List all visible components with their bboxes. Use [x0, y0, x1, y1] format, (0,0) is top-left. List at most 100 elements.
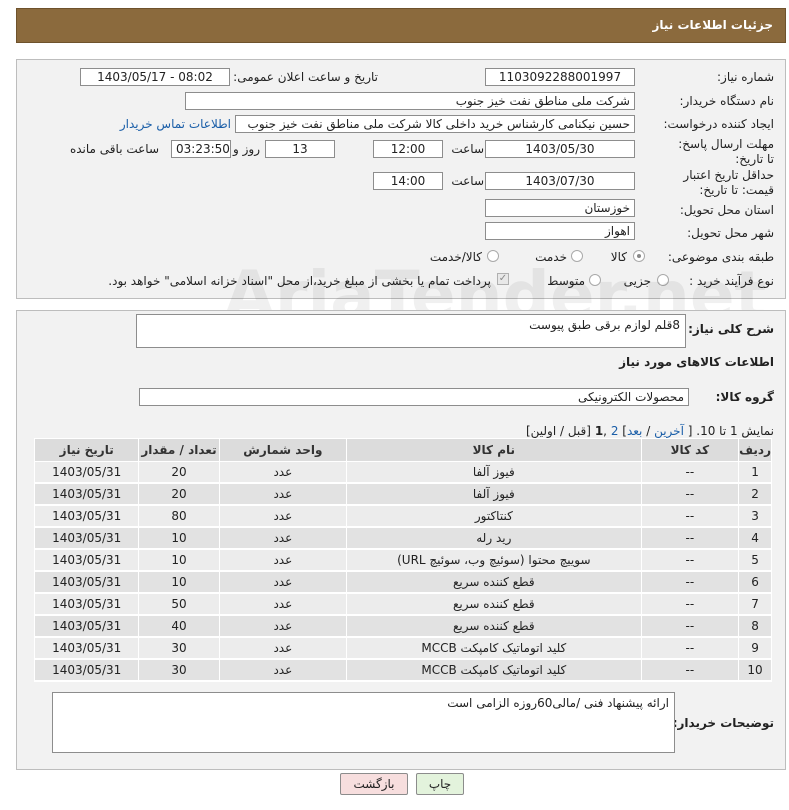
process-medium-radio[interactable]	[589, 274, 601, 286]
category-service-label: خدمت	[535, 250, 567, 264]
back-button[interactable]: بازگشت	[340, 773, 408, 795]
cell-qty: 10	[138, 526, 220, 550]
cell-qty: 20	[138, 482, 220, 506]
cell-row: 4	[738, 526, 772, 550]
pager-last-link[interactable]: آخرین	[654, 424, 684, 438]
cell-unit: عدد	[218, 461, 348, 484]
remaining-time-field[interactable]: 03:23:50	[171, 140, 231, 158]
cell-qty: 30	[138, 636, 220, 660]
category-service-radio[interactable]	[571, 250, 583, 262]
announce-datetime-field[interactable]: 1403/05/17 - 08:02	[80, 68, 230, 86]
pager-next-link[interactable]: بعد	[627, 424, 642, 438]
creator-label: ایجاد کننده درخواست:	[663, 117, 774, 131]
buyer-notes-label: توضیحات خریدار:	[672, 716, 774, 730]
days-label: روز و	[233, 142, 260, 156]
table-row: 7 -- قطع کننده سریع عدد 50 1403/05/31	[33, 592, 772, 616]
buyer-notes-textarea[interactable]: ارائه پیشنهاد فنی /مالی60روزه الزامی است	[52, 692, 675, 753]
cell-name: رید رله	[346, 526, 642, 550]
goods-section-title: اطلاعات کالاهای مورد نیاز	[619, 355, 774, 369]
col-unit: واحد شمارش	[218, 438, 348, 462]
category-goods-radio[interactable]	[633, 250, 645, 262]
col-name: نام کالا	[346, 438, 642, 462]
col-code: کد کالا	[640, 438, 740, 462]
need-number-label: شماره نیاز:	[717, 70, 774, 84]
cell-date: 1403/05/31	[33, 526, 140, 550]
cell-date: 1403/05/31	[33, 592, 140, 616]
cell-code: --	[640, 504, 740, 528]
validity-time-field[interactable]: 14:00	[373, 172, 443, 190]
cell-name: قطع کننده سریع	[346, 570, 642, 594]
col-date: تاریخ نیاز	[33, 438, 140, 462]
cell-code: --	[640, 614, 740, 638]
cell-unit: عدد	[218, 614, 348, 638]
pager: نمایش 1 تا 10. [ آخرین / بعد] 2 ,1 [قبل …	[525, 424, 774, 438]
description-textarea[interactable]: 8قلم لوازم برقی طبق پیوست	[136, 314, 686, 348]
cell-code: --	[640, 658, 740, 682]
cell-name: قطع کننده سریع	[346, 614, 642, 638]
deadline-time-field[interactable]: 12:00	[373, 140, 443, 158]
cell-row: 5	[738, 548, 772, 572]
cell-unit: عدد	[218, 504, 348, 528]
col-row: ردیف	[738, 438, 772, 462]
table-row: 4 -- رید رله عدد 10 1403/05/31	[33, 526, 772, 550]
cell-row: 9	[738, 636, 772, 660]
category-both-label: کالا/خدمت	[429, 250, 482, 264]
cell-date: 1403/05/31	[33, 614, 140, 638]
creator-field[interactable]: حسین نیکنامی کارشناس خرید داخلی کالا شرک…	[235, 115, 635, 133]
announce-label: تاریخ و ساعت اعلان عمومی:	[233, 70, 378, 84]
province-field[interactable]: خوزستان	[485, 199, 635, 217]
cell-row: 8	[738, 614, 772, 638]
payment-note: پرداخت تمام یا بخشی از مبلغ خرید،از محل …	[108, 274, 491, 288]
goods-group-field[interactable]: محصولات الکترونیکی	[139, 388, 689, 406]
buyer-org-field[interactable]: شرکت ملی مناطق نفت خیز جنوب	[185, 92, 635, 110]
cell-row: 3	[738, 504, 772, 528]
cell-name: فیوز آلفا	[346, 461, 642, 484]
city-field[interactable]: اهواز	[485, 222, 635, 240]
description-label: شرح کلی نیاز:	[688, 322, 774, 336]
page-header: جزئیات اطلاعات نیاز	[16, 8, 786, 43]
cell-row: 10	[738, 658, 772, 682]
table-row: 8 -- قطع کننده سریع عدد 40 1403/05/31	[33, 614, 772, 638]
cell-code: --	[640, 482, 740, 506]
pager-current-page: 1	[594, 424, 604, 438]
cell-code: --	[640, 636, 740, 660]
table-row: 1 -- فیوز آلفا عدد 20 1403/05/31	[33, 461, 772, 484]
cell-code: --	[640, 570, 740, 594]
process-minor-radio[interactable]	[657, 274, 669, 286]
print-button[interactable]: چاپ	[416, 773, 464, 795]
process-minor-label: جزیی	[623, 274, 651, 288]
cell-unit: عدد	[218, 636, 348, 660]
goods-table-body: 1 -- فیوز آلفا عدد 20 1403/05/31 2 -- فیوز آلفا ع…	[33, 461, 772, 682]
cell-qty: 50	[138, 592, 220, 616]
category-label: طبقه بندی موضوعی:	[667, 250, 774, 264]
cell-date: 1403/05/31	[33, 482, 140, 506]
cell-name: فیوز آلفا	[346, 482, 642, 506]
cell-unit: عدد	[218, 548, 348, 572]
days-field[interactable]: 13	[265, 140, 335, 158]
cell-qty: 30	[138, 658, 220, 682]
category-both-radio[interactable]	[487, 250, 499, 262]
province-label: استان محل تحویل:	[679, 203, 774, 217]
validity-date-field[interactable]: 1403/07/30	[485, 172, 635, 190]
goods-table: ردیف کد کالا نام کالا واحد شمارش تعداد /…	[33, 438, 772, 682]
cell-qty: 10	[138, 548, 220, 572]
need-number-field[interactable]: 1103092288001997	[485, 68, 635, 86]
buyer-contact-link[interactable]: اطلاعات تماس خریدار	[120, 117, 231, 131]
cell-date: 1403/05/31	[33, 570, 140, 594]
cell-unit: عدد	[218, 658, 348, 682]
deadline-date-field[interactable]: 1403/05/30	[485, 140, 635, 158]
pager-prefix: نمایش 1 تا 10. [	[687, 424, 774, 438]
cell-name: قطع کننده سریع	[346, 592, 642, 616]
table-row: 2 -- فیوز آلفا عدد 20 1403/05/31	[33, 482, 772, 506]
cell-date: 1403/05/31	[33, 636, 140, 660]
validity-time-label: ساعت	[451, 174, 484, 188]
cell-date: 1403/05/31	[33, 461, 140, 484]
cell-name: کنتاکتور	[346, 504, 642, 528]
cell-date: 1403/05/31	[33, 504, 140, 528]
cell-date: 1403/05/31	[33, 658, 140, 682]
cell-code: --	[640, 592, 740, 616]
buyer-org-label: نام دستگاه خریدار:	[679, 94, 775, 108]
treasury-payment-checkbox[interactable]: ✓	[497, 273, 509, 285]
pager-page-2[interactable]: 2	[611, 424, 619, 438]
cell-qty: 10	[138, 570, 220, 594]
